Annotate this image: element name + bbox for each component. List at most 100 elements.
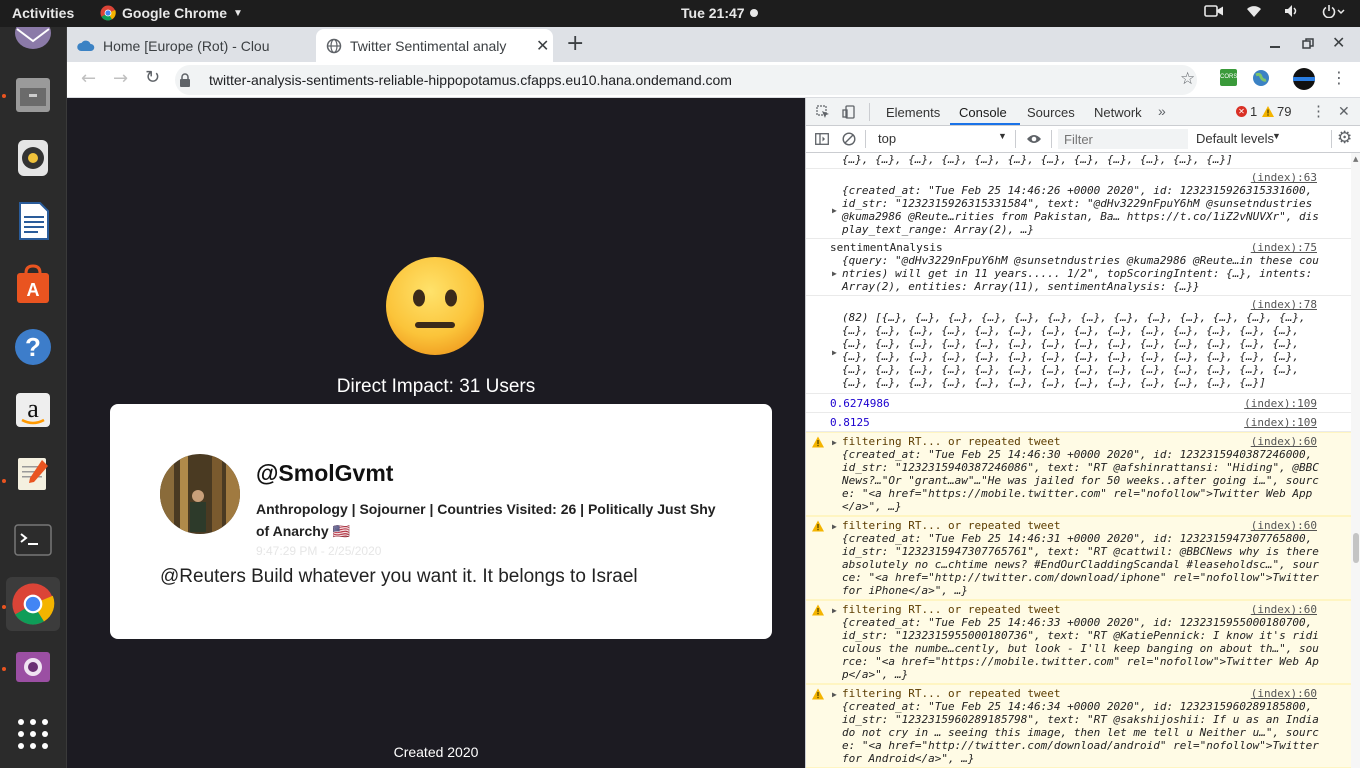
console-scrollbar[interactable]: ▲ [1351,153,1360,768]
chrome-icon [100,5,116,21]
volume-icon [1285,5,1297,17]
console-warning[interactable]: ▶ filtering RT... or repeated tweet (ind… [806,432,1351,516]
source-link[interactable]: (index):78 [1251,298,1317,311]
console-message[interactable]: {…}, {…}, {…}, {…}, {…}, {…}, {…}, {…}, … [806,153,1351,169]
console-number: 0.6274986 [830,397,890,410]
console-warning[interactable]: ▶ filtering RT... or repeated tweet (ind… [806,684,1351,768]
console-output: {…}, {…}, {…}, {…}, {…}, {…}, {…}, {…}, … [806,153,1351,768]
console-message[interactable]: sentimentAnalysis (index):75 ▶ {query: "… [806,239,1351,296]
text-editor-icon[interactable] [6,446,60,500]
scroll-up-arrow-icon[interactable]: ▲ [1353,155,1358,163]
source-link[interactable]: (index):75 [1251,241,1317,254]
console-message[interactable]: (index):63 ▶ {created_at: "Tue Feb 25 14… [806,169,1351,239]
error-count[interactable]: 1 [1250,104,1257,119]
browser-window: Home [Europe (Rot) - Clou Twitter Sentim… [67,27,1360,768]
console-filter-input[interactable] [1058,129,1188,149]
source-link[interactable]: (index):109 [1244,416,1317,429]
console-message[interactable]: 0.6274986 (index):109 [806,394,1351,413]
scrollbar-thumb[interactable] [1353,533,1359,563]
extension-globe-icon[interactable] [1252,69,1270,87]
tab-elements[interactable]: Elements [886,105,940,120]
console-warning[interactable]: ▶ filtering RT... or repeated tweet (ind… [806,600,1351,684]
console-message-body: {created_at: "Tue Feb 25 14:46:26 +0000 … [842,184,1319,236]
globe-icon [326,38,342,53]
svg-text:A: A [27,280,40,300]
tab-network[interactable]: Network [1094,105,1142,120]
source-link[interactable]: (index):60 [1251,519,1317,532]
apps-grid-icon[interactable] [6,707,60,761]
console-label: filtering RT... or repeated tweet [842,603,1061,616]
chrome-icon[interactable] [6,577,60,631]
activities-button[interactable]: Activities [12,5,74,21]
source-link[interactable]: (index):109 [1244,397,1317,410]
new-tab-button[interactable]: + [566,31,584,56]
log-levels-dropdown[interactable]: Default levels [1196,131,1274,146]
close-devtools-icon[interactable]: ✕ [1338,103,1350,120]
console-warning[interactable]: ▶ filtering RT... or repeated tweet (ind… [806,516,1351,600]
clear-console-icon[interactable] [842,132,856,146]
expand-triangle-icon[interactable]: ▶ [832,436,837,449]
devtools-panel: Elements Console Sources Network » ✕ 1 7… [805,98,1360,768]
expand-triangle-icon[interactable]: ▶ [832,520,837,533]
console-number: 0.8125 [830,416,870,429]
expand-triangle-icon[interactable]: ▶ [832,346,837,359]
console-message[interactable]: (index):78 ▶ (82) [{…}, {…}, {…}, {…}, {… [806,296,1351,394]
warning-count[interactable]: 79 [1277,104,1291,119]
restore-button[interactable] [1302,38,1314,50]
tab-sources[interactable]: Sources [1027,105,1075,120]
expand-triangle-icon[interactable]: ▶ [832,204,837,217]
svg-text:a: a [27,394,39,423]
more-tabs-icon[interactable]: » [1158,103,1166,119]
files-icon[interactable] [6,68,60,122]
clock[interactable]: Tue 21:47 [681,5,745,21]
minimize-button[interactable] [1270,46,1280,48]
source-link[interactable]: (index):63 [1251,171,1317,184]
devtools-menu-icon[interactable]: ⋮ [1311,102,1326,120]
terminal-icon[interactable] [6,513,60,567]
forward-button[interactable]: → [113,68,128,89]
running-indicator [2,94,6,98]
sidebar-toggle-icon[interactable] [815,133,829,145]
back-button[interactable]: ← [81,68,96,89]
neutral-face-emoji-icon [386,257,484,355]
console-message[interactable]: 0.8125 (index):109 [806,413,1351,432]
inspect-element-icon[interactable] [816,105,830,119]
help-icon[interactable]: ? [6,320,60,374]
context-selector[interactable]: top [878,131,896,146]
writer-icon[interactable] [6,194,60,248]
address-bar[interactable]: twitter-analysis-sentiments-reliable-hip… [175,65,1197,95]
active-tab-indicator [950,123,1020,125]
rhythmbox-icon[interactable] [6,131,60,185]
live-expression-eye-icon[interactable] [1026,133,1042,145]
device-toolbar-icon[interactable] [842,105,856,119]
mail-icon[interactable] [6,27,60,55]
bookmark-star-icon[interactable]: ☆ [1180,69,1195,89]
warning-icon [812,436,824,448]
close-window-button[interactable]: ✕ [1332,33,1345,52]
screenshot-icon[interactable] [6,640,60,694]
system-tray[interactable] [1204,4,1346,18]
app-menu[interactable]: Google Chrome ▼ [100,5,243,21]
levels-dropdown-icon[interactable]: ▼ [1272,131,1281,141]
tab-home[interactable]: Home [Europe (Rot) - Clou [77,29,317,62]
console-settings-gear-icon[interactable]: ⚙ [1337,128,1352,148]
running-indicator [2,479,6,483]
chrome-menu-icon[interactable]: ⋮ [1331,68,1347,87]
tab-console[interactable]: Console [959,105,1007,120]
source-link[interactable]: (index):60 [1251,603,1317,616]
reload-button[interactable]: ↻ [145,67,160,88]
cors-extension-icon[interactable]: CORS [1220,69,1237,86]
context-dropdown-icon[interactable]: ▼ [998,131,1007,141]
expand-triangle-icon[interactable]: ▶ [832,267,837,280]
tab-twitter-sentiment[interactable]: Twitter Sentimental analy ✕ [316,29,553,62]
software-icon[interactable]: A [6,257,60,311]
profile-avatar[interactable] [1293,68,1315,90]
source-link[interactable]: (index):60 [1251,687,1317,700]
camera-icon [1204,5,1223,17]
source-link[interactable]: (index):60 [1251,435,1317,448]
amazon-icon[interactable]: a [6,383,60,437]
tab-title: Home [Europe (Rot) - Clou [103,37,270,54]
expand-triangle-icon[interactable]: ▶ [832,688,837,701]
close-tab-icon[interactable]: ✕ [536,36,549,56]
expand-triangle-icon[interactable]: ▶ [832,604,837,617]
